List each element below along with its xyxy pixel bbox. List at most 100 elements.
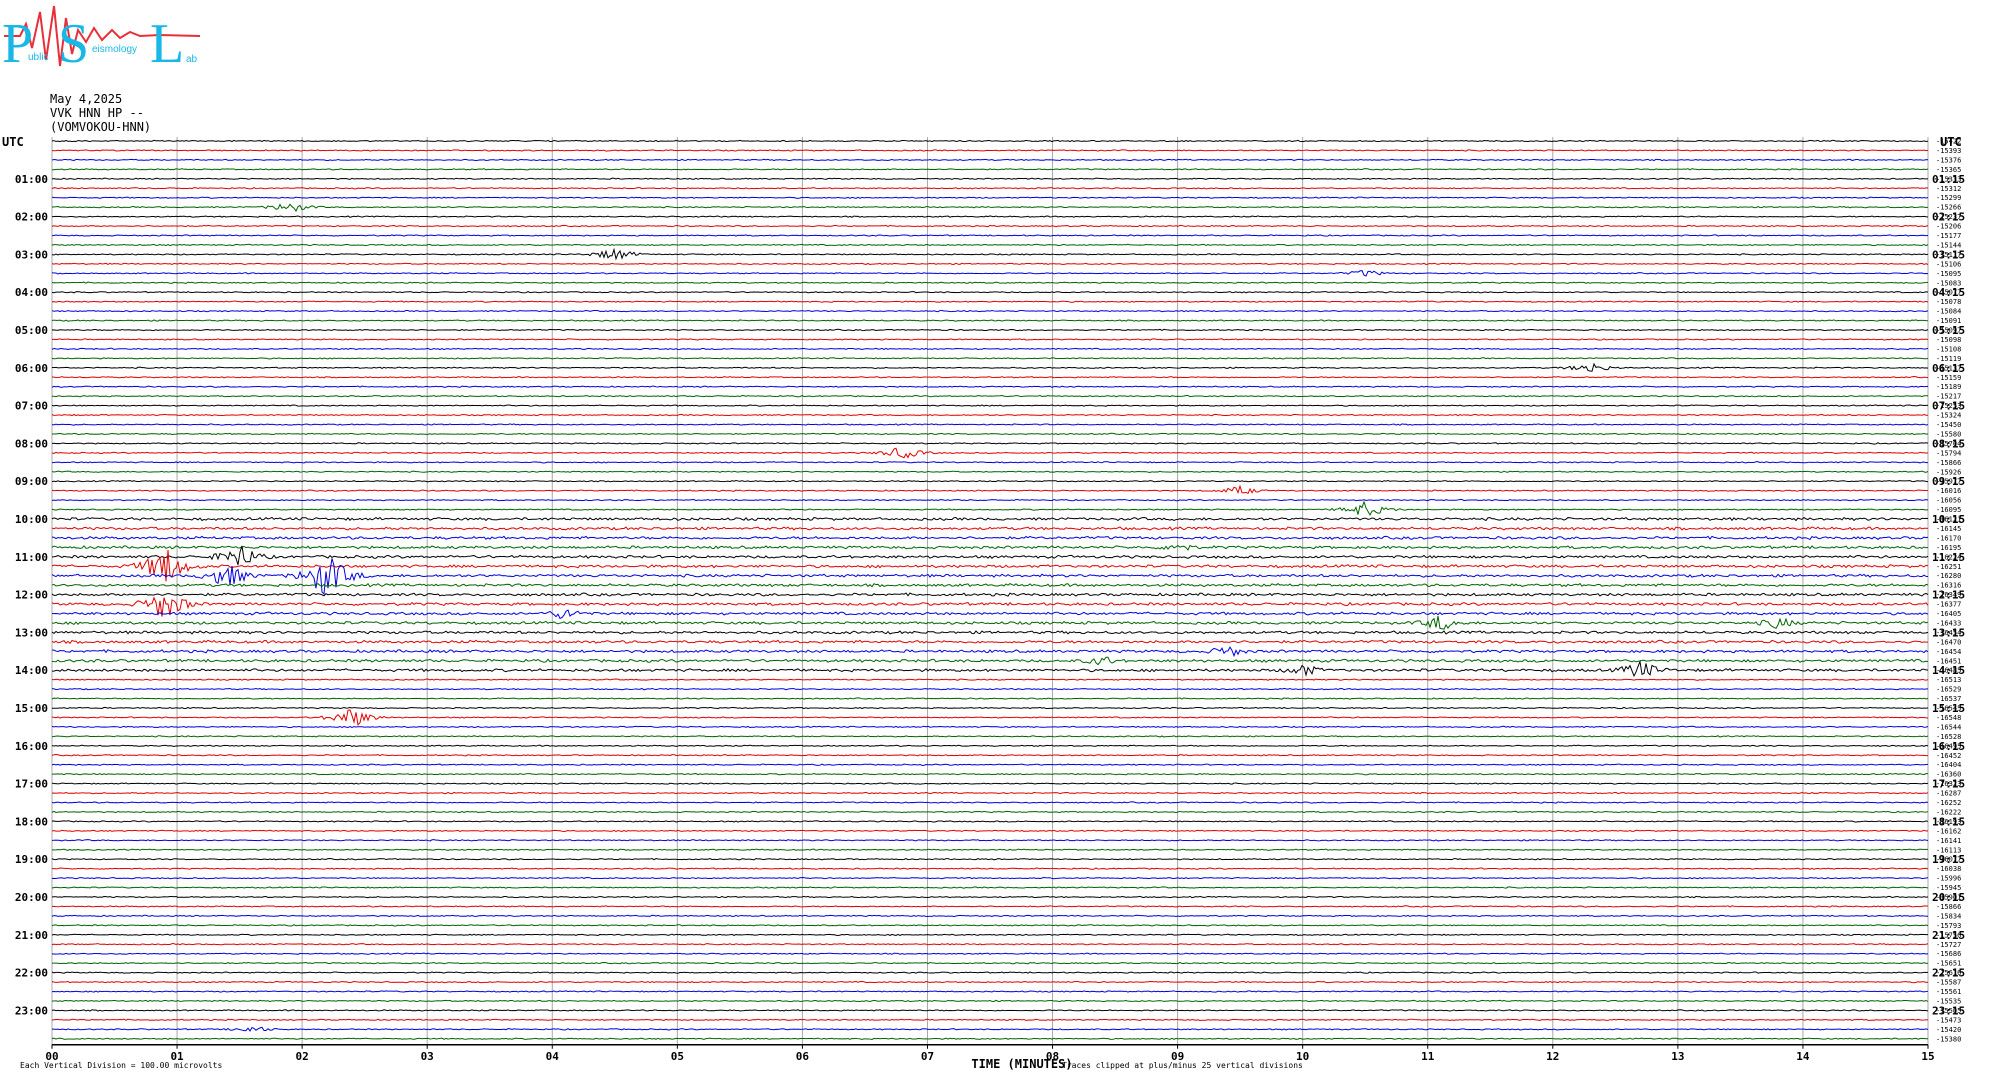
trace-offset-label: -15159 — [1936, 374, 1961, 382]
trace-offset-label: -16141 — [1936, 837, 1961, 845]
right-hour-label: 21:15 — [1932, 929, 1965, 942]
seismic-trace — [51, 262, 1929, 266]
left-hour-label: 11:00 — [15, 551, 48, 564]
seismic-trace — [51, 526, 1929, 531]
right-hour-label: 01:15 — [1932, 173, 1965, 186]
right-hour-label: 17:15 — [1932, 778, 1965, 791]
seismic-trace — [51, 442, 1929, 445]
seismic-trace — [51, 516, 1929, 522]
seismic-trace — [51, 886, 1929, 889]
trace-offset-label: -15380 — [1936, 1035, 1961, 1043]
left-hour-label: 01:00 — [15, 173, 48, 186]
seismic-trace — [52, 394, 1929, 398]
seismic-trace — [51, 347, 1929, 351]
right-hour-label: 11:15 — [1932, 551, 1965, 564]
seismic-trace — [51, 423, 1929, 426]
seismic-trace — [51, 319, 1929, 322]
right-hour-label: 19:15 — [1932, 853, 1965, 866]
trace-offset-label: -15561 — [1936, 988, 1961, 996]
seismic-trace — [51, 470, 1929, 473]
seismic-trace — [51, 961, 1929, 965]
seismic-trace — [51, 763, 1929, 766]
left-hour-label: 16:00 — [15, 740, 48, 753]
left-hour-label: 18:00 — [15, 815, 48, 828]
seismic-trace — [51, 432, 1929, 436]
seismic-trace — [51, 791, 1929, 795]
seismic-trace — [51, 980, 1929, 984]
trace-offset-label: -16280 — [1936, 572, 1961, 580]
seismic-trace — [51, 243, 1929, 247]
right-axis-title: UTC — [1940, 135, 1962, 149]
right-hour-label: 02:15 — [1932, 211, 1965, 224]
seismic-trace — [51, 149, 1929, 152]
left-hour-label: 13:00 — [15, 626, 48, 639]
seismic-trace — [51, 687, 1929, 691]
trace-offset-label: -16513 — [1936, 676, 1961, 684]
seismic-trace — [51, 203, 1929, 213]
seismic-trace — [51, 177, 1929, 180]
seismic-trace — [51, 215, 1929, 218]
left-axis-title: UTC — [2, 135, 24, 149]
seismic-trace — [51, 735, 1929, 738]
trace-offset-label: -16252 — [1936, 799, 1961, 807]
seismic-trace — [51, 413, 1929, 417]
seismic-trace — [51, 1026, 1929, 1032]
trace-offset-label: -15420 — [1936, 1026, 1961, 1034]
left-hour-label: 14:00 — [15, 664, 48, 677]
left-hour-label: 03:00 — [15, 248, 48, 261]
left-hour-label: 02:00 — [15, 211, 48, 224]
seismic-trace — [51, 952, 1929, 955]
trace-offset-label: -15098 — [1936, 336, 1961, 344]
trace-offset-label: -16038 — [1936, 865, 1961, 873]
x-tick-label: 06 — [796, 1050, 810, 1063]
trace-offset-label: -15206 — [1936, 223, 1961, 231]
footer-left-note: Each Vertical Division = 100.00 microvol… — [20, 1061, 222, 1070]
trace-offset-label: -15866 — [1936, 903, 1961, 911]
left-hour-label: 06:00 — [15, 362, 48, 375]
plot-axes: -15422-15393-15376-15365-15333-15312-152… — [15, 138, 1965, 1063]
right-hour-label: 18:15 — [1932, 815, 1965, 828]
left-hour-label: 12:00 — [15, 589, 48, 602]
trace-offset-label: -15834 — [1936, 912, 1961, 920]
seismic-trace — [51, 905, 1929, 908]
x-tick-label: 05 — [671, 1050, 684, 1063]
seismic-trace — [51, 281, 1929, 284]
right-hour-label: 05:15 — [1932, 324, 1965, 337]
trace-offset-label: -16544 — [1936, 723, 1961, 731]
seismic-trace — [51, 943, 1929, 946]
trace-offset-label: -16404 — [1936, 761, 1961, 769]
seismic-trace — [51, 385, 1929, 388]
left-hour-label: 04:00 — [15, 286, 48, 299]
seismic-trace — [51, 630, 1929, 635]
x-tick-label: 07 — [921, 1050, 934, 1063]
left-hour-label: 22:00 — [15, 967, 48, 980]
x-tick-label: 02 — [296, 1050, 309, 1063]
seismic-trace — [51, 839, 1929, 842]
seismic-trace — [51, 500, 1929, 517]
seismic-trace — [51, 810, 1929, 814]
seismic-trace — [51, 829, 1929, 833]
seismic-trace — [51, 300, 1929, 303]
left-hour-label: 21:00 — [15, 929, 48, 942]
right-hour-label: 08:15 — [1932, 437, 1965, 450]
trace-offset-label: -16452 — [1936, 752, 1961, 760]
seismic-trace — [51, 187, 1929, 190]
right-hour-label: 10:15 — [1932, 513, 1965, 526]
seismic-trace — [51, 498, 1929, 502]
trace-offset-label: -15084 — [1936, 308, 1961, 316]
seismic-trace — [51, 290, 1929, 294]
trace-offset-label: -16548 — [1936, 714, 1961, 722]
x-tick-label: 03 — [421, 1050, 434, 1063]
seismic-trace — [51, 848, 1929, 851]
seismic-trace — [51, 639, 1929, 645]
trace-offset-label: -15299 — [1936, 194, 1961, 202]
seismic-trace — [51, 744, 1929, 748]
seismic-trace — [51, 615, 1929, 630]
trace-offset-label: -15095 — [1936, 270, 1961, 278]
seismic-trace — [51, 1009, 1929, 1012]
seismic-trace — [51, 484, 1929, 495]
seismic-trace — [51, 999, 1929, 1003]
helicorder-plot: -15422-15393-15376-15365-15333-15312-152… — [2, 135, 1965, 1071]
left-hour-label: 09:00 — [15, 475, 48, 488]
right-hour-label: 16:15 — [1932, 740, 1965, 753]
